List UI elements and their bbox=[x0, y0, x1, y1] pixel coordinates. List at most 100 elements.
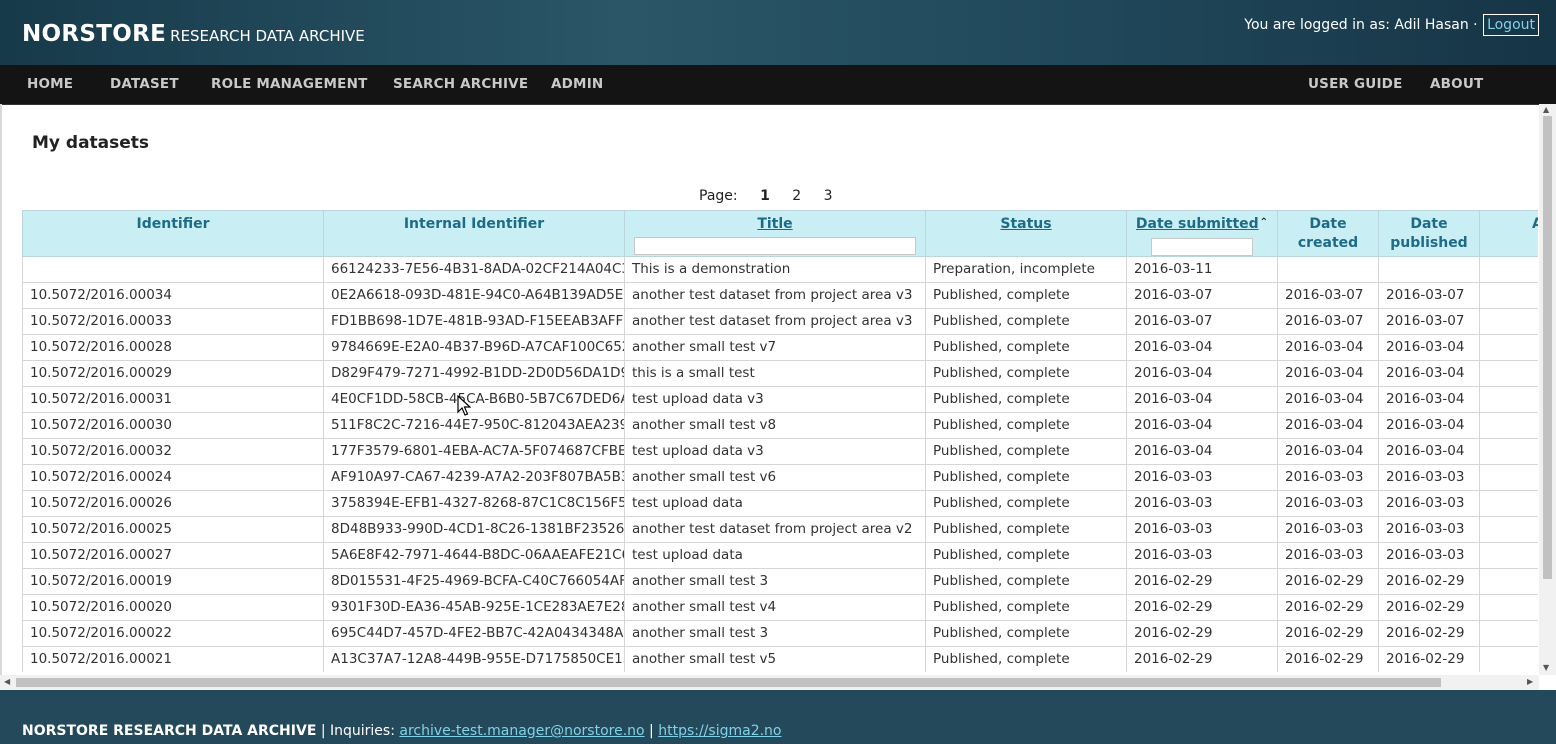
cell-title: another small test v4 bbox=[624, 594, 926, 621]
page-link-3[interactable]: 3 bbox=[824, 188, 833, 204]
sort-by-title[interactable]: Title bbox=[757, 216, 792, 232]
cell-date-created: 2016-03-07 bbox=[1277, 282, 1379, 309]
cell-date-published: 2016-03-07 bbox=[1378, 282, 1480, 309]
cell-identifier: 10.5072/2016.00024 bbox=[22, 464, 324, 491]
scroll-left-icon[interactable]: ◀ bbox=[4, 677, 10, 686]
footer-sigma2-link[interactable]: https://sigma2.no bbox=[658, 723, 781, 739]
cell-identifier: 10.5072/2016.00019 bbox=[22, 568, 324, 595]
col-header-internal-identifier: Internal Identifier bbox=[323, 210, 625, 257]
sort-ascending-icon: ⌃ bbox=[1259, 217, 1269, 228]
brand-subtitle: RESEARCH DATA ARCHIVE bbox=[170, 27, 365, 45]
cell-date-created: 2016-02-29 bbox=[1277, 620, 1379, 647]
col-header-identifier: Identifier bbox=[22, 210, 324, 257]
cell-date-submitted: 2016-03-04 bbox=[1126, 438, 1278, 465]
cell-date-created: 2016-03-04 bbox=[1277, 360, 1379, 387]
col-header-title[interactable]: Title bbox=[624, 210, 926, 257]
scroll-right-icon[interactable]: ▶ bbox=[1527, 677, 1533, 686]
cell-date-submitted: 2016-03-03 bbox=[1126, 464, 1278, 491]
logout-button[interactable]: Logout bbox=[1483, 14, 1539, 36]
table-row[interactable]: 10.5072/2016.00034 0E2A6618-093D-481E-94C… bbox=[22, 282, 1538, 309]
table-row[interactable]: 10.5072/2016.00032 177F3579-6801-4EBA-AC7… bbox=[22, 438, 1538, 465]
login-text: You are logged in as: Adil Hasan · bbox=[1244, 17, 1478, 33]
site-header: NORSTORE RESEARCH DATA ARCHIVE You are lo… bbox=[0, 0, 1556, 65]
scroll-up-icon[interactable]: ▲ bbox=[1543, 105, 1549, 114]
table-body: 66124233-7E56-4B31-8ADA-02CF214A04C3 This… bbox=[22, 256, 1538, 672]
col-header-status[interactable]: Status bbox=[925, 210, 1127, 257]
cell-date-submitted: 2016-02-29 bbox=[1126, 568, 1278, 595]
table-row[interactable]: 10.5072/2016.00029 D829F479-7271-4992-B1D… bbox=[22, 360, 1538, 387]
cell-status: Published, complete bbox=[925, 386, 1127, 413]
table-row[interactable]: 10.5072/2016.00020 9301F30D-EA36-45AB-925… bbox=[22, 594, 1538, 621]
pager-label: Page: bbox=[699, 188, 738, 204]
footer-text: NORSTORE RESEARCH DATA ARCHIVE | Inquiri… bbox=[22, 723, 782, 739]
cell-date-created: 2016-03-04 bbox=[1277, 412, 1379, 439]
title-filter-input[interactable] bbox=[634, 237, 916, 255]
col-header-date-submitted[interactable]: Date submitted⌃ bbox=[1126, 210, 1278, 257]
cell-date-created: 2016-03-03 bbox=[1277, 516, 1379, 543]
cell-title: this is a small test bbox=[624, 360, 926, 387]
page-link-2[interactable]: 2 bbox=[792, 188, 801, 204]
table-row[interactable]: 10.5072/2016.00026 3758394E-EFB1-4327-826… bbox=[22, 490, 1538, 517]
table-row[interactable]: 10.5072/2016.00022 695C44D7-457D-4FE2-BB7… bbox=[22, 620, 1538, 647]
table-row[interactable]: 10.5072/2016.00033 FD1BB698-1D7E-481B-93A… bbox=[22, 308, 1538, 335]
cell-extra bbox=[1479, 308, 1538, 335]
cell-extra bbox=[1479, 412, 1538, 439]
cell-title: another small test v7 bbox=[624, 334, 926, 361]
table-row[interactable]: 10.5072/2016.00027 5A6E8F42-7971-4644-B8D… bbox=[22, 542, 1538, 569]
cell-identifier: 10.5072/2016.00033 bbox=[22, 308, 324, 335]
table-row[interactable]: 10.5072/2016.00021 A13C37A7-12A8-449B-955… bbox=[22, 646, 1538, 672]
table-row[interactable]: 10.5072/2016.00024 AF910A97-CA67-4239-A7A… bbox=[22, 464, 1538, 491]
horizontal-scroll-thumb[interactable] bbox=[16, 678, 1441, 687]
cell-extra bbox=[1479, 646, 1538, 672]
cell-status: Published, complete bbox=[925, 516, 1127, 543]
cell-extra bbox=[1479, 568, 1538, 595]
cell-date-created: 2016-02-29 bbox=[1277, 594, 1379, 621]
nav-role-management[interactable]: ROLE MANAGEMENT bbox=[211, 76, 368, 92]
page-title: My datasets bbox=[32, 133, 150, 153]
sort-by-status[interactable]: Status bbox=[1000, 216, 1051, 232]
cell-date-submitted: 2016-02-29 bbox=[1126, 594, 1278, 621]
footer-org: NORSTORE RESEARCH DATA ARCHIVE bbox=[22, 723, 317, 739]
date-submitted-filter-input[interactable] bbox=[1151, 238, 1253, 256]
table-row[interactable]: 10.5072/2016.00031 4E0CF1DD-58CB-45CA-B6B… bbox=[22, 386, 1538, 413]
footer-email-link[interactable]: archive-test.manager@norstore.no bbox=[399, 723, 644, 739]
table-row[interactable]: 10.5072/2016.00019 8D015531-4F25-4969-BCF… bbox=[22, 568, 1538, 595]
table-row[interactable]: 10.5072/2016.00030 511F8C2C-7216-44E7-950… bbox=[22, 412, 1538, 439]
cell-date-created: 2016-03-04 bbox=[1277, 386, 1379, 413]
cell-identifier: 10.5072/2016.00026 bbox=[22, 490, 324, 517]
nav-about[interactable]: ABOUT bbox=[1430, 76, 1483, 92]
site-brand[interactable]: NORSTORE RESEARCH DATA ARCHIVE bbox=[22, 21, 365, 47]
vertical-scroll-thumb[interactable] bbox=[1543, 116, 1552, 579]
cell-identifier: 10.5072/2016.00034 bbox=[22, 282, 324, 309]
horizontal-scrollbar[interactable]: ◀ ▶ bbox=[0, 675, 1539, 690]
col-header-date-published: Date published bbox=[1378, 210, 1480, 257]
scroll-down-icon[interactable]: ▼ bbox=[1543, 663, 1549, 672]
table-row[interactable]: 66124233-7E56-4B31-8ADA-02CF214A04C3 This… bbox=[22, 256, 1538, 283]
cell-date-published: 2016-03-04 bbox=[1378, 360, 1480, 387]
cell-extra bbox=[1479, 490, 1538, 517]
col-header-extra: A bbox=[1479, 210, 1538, 257]
page-link-1[interactable]: 1 bbox=[760, 188, 770, 204]
cell-date-published: 2016-03-04 bbox=[1378, 334, 1480, 361]
table-row[interactable]: 10.5072/2016.00028 9784669E-E2A0-4B37-B96… bbox=[22, 334, 1538, 361]
sort-by-date-submitted[interactable]: Date submitted bbox=[1136, 216, 1259, 232]
nav-admin[interactable]: ADMIN bbox=[551, 76, 603, 92]
cell-date-submitted: 2016-03-03 bbox=[1126, 542, 1278, 569]
nav-dataset[interactable]: DATASET bbox=[110, 76, 179, 92]
cell-identifier: 10.5072/2016.00028 bbox=[22, 334, 324, 361]
cell-date-submitted: 2016-03-03 bbox=[1126, 490, 1278, 517]
cell-internal-identifier: 8D48B933-990D-4CD1-8C26-1381BF235262 bbox=[323, 516, 625, 543]
cell-status: Published, complete bbox=[925, 412, 1127, 439]
table-row[interactable]: 10.5072/2016.00025 8D48B933-990D-4CD1-8C2… bbox=[22, 516, 1538, 543]
cell-internal-identifier: 511F8C2C-7216-44E7-950C-812043AEA239 bbox=[323, 412, 625, 439]
cell-date-created: 2016-03-07 bbox=[1277, 308, 1379, 335]
cell-date-submitted: 2016-03-11 bbox=[1126, 256, 1278, 283]
nav-search-archive[interactable]: SEARCH ARCHIVE bbox=[393, 76, 528, 92]
cell-status: Published, complete bbox=[925, 490, 1127, 517]
nav-user-guide[interactable]: USER GUIDE bbox=[1308, 76, 1403, 92]
vertical-scrollbar[interactable]: ▲ ▼ bbox=[1539, 104, 1556, 675]
nav-home[interactable]: HOME bbox=[27, 76, 73, 92]
cell-identifier: 10.5072/2016.00020 bbox=[22, 594, 324, 621]
cell-internal-identifier: 0E2A6618-093D-481E-94C0-A64B139AD5E6 bbox=[323, 282, 625, 309]
col-header-date-created: Date created bbox=[1277, 210, 1379, 257]
